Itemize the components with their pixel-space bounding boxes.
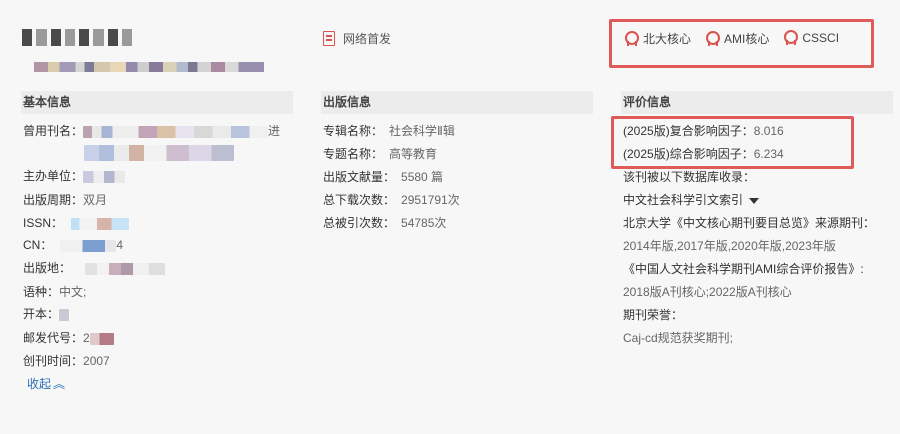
badge-label: CSSCI [802, 31, 840, 45]
badge-label: 北大核心 [643, 32, 692, 46]
badge-pku: 北大核心 [624, 30, 691, 47]
cn-row: CN： 4 [23, 238, 124, 252]
first-publish-label: 网络首发 [343, 32, 392, 46]
alias-row-2 [84, 145, 234, 161]
evaluation-header: 评价信息 [621, 91, 893, 114]
first-publish-tag[interactable]: 网络首发 [323, 30, 391, 47]
publish-info-header: 出版信息 [321, 91, 593, 114]
collapse-link[interactable]: 收起 ︽ [27, 375, 65, 392]
honor-label: 期刊荣誉： [623, 308, 684, 322]
composite-if-row: (2025版)综合影响因子：6.234 [623, 147, 784, 161]
publish-row: 总被引次数： 54785次 [323, 216, 447, 230]
format-blurred [59, 308, 70, 321]
core-badges: 北大核心 AMI核心 CSSCI [609, 19, 874, 68]
badge-ami: AMI核心 [705, 30, 769, 47]
award-icon [783, 30, 799, 46]
journal-subtitle-blurred [34, 62, 264, 72]
pku-value: 2014年版,2017年版,2020年版,2023年版 [623, 239, 836, 253]
badge-label: AMI核心 [724, 32, 770, 46]
alias-row: 曾用刊名：进 [23, 124, 281, 138]
alias-blurred [83, 125, 269, 138]
publish-row: 总下载次数： 2951791次 [323, 193, 460, 207]
ami-value: 2018版A刊核心;2022版A刊核心 [623, 285, 792, 299]
caret-down-icon [749, 197, 760, 204]
publish-row: 专辑名称： 社会科学Ⅱ辑 [323, 124, 455, 138]
sponsor-blurred [83, 170, 126, 183]
alias-blurred-2 [84, 145, 234, 161]
db-dropdown[interactable]: 中文社会科学引文索引 [623, 193, 760, 207]
postal-blurred [89, 332, 114, 345]
period-row: 出版周期：双月 [23, 193, 108, 207]
award-icon [705, 30, 721, 47]
cn-blurred [60, 239, 117, 252]
pku-label: 北京大学《中文核心期刊要目总览》来源期刊： [623, 216, 876, 230]
place-row: 出版地： [23, 261, 166, 275]
journal-title-blurred [22, 29, 132, 46]
language-row: 语种：中文; [23, 285, 87, 299]
ami-label: 《中国人文社会科学期刊AMI综合评价报告》: [623, 262, 864, 276]
honor-value: Caj-cd规范获奖期刊; [623, 331, 734, 345]
double-chevron-up-icon: ︽ [53, 377, 66, 391]
badge-cssci: CSSCI [783, 30, 839, 46]
db-label: 该刊被以下数据库收录： [623, 170, 756, 184]
sponsor-row: 主办单位： [23, 169, 126, 183]
founded-row: 创刊时间：2007 [23, 354, 110, 368]
place-blurred [85, 262, 166, 275]
postal-row: 邮发代号：2 [23, 331, 114, 345]
issn-row: ISSN： [23, 216, 130, 230]
document-icon [323, 31, 335, 46]
compound-if-row: (2025版)复合影响因子：8.016 [623, 124, 784, 138]
award-icon [624, 30, 639, 47]
publish-row: 专题名称： 高等教育 [323, 147, 438, 161]
issn-blurred [71, 217, 130, 230]
format-row: 开本： [23, 307, 70, 321]
basic-info-header: 基本信息 [21, 91, 293, 114]
publish-row: 出版文献量： 5580 篇 [323, 170, 444, 184]
